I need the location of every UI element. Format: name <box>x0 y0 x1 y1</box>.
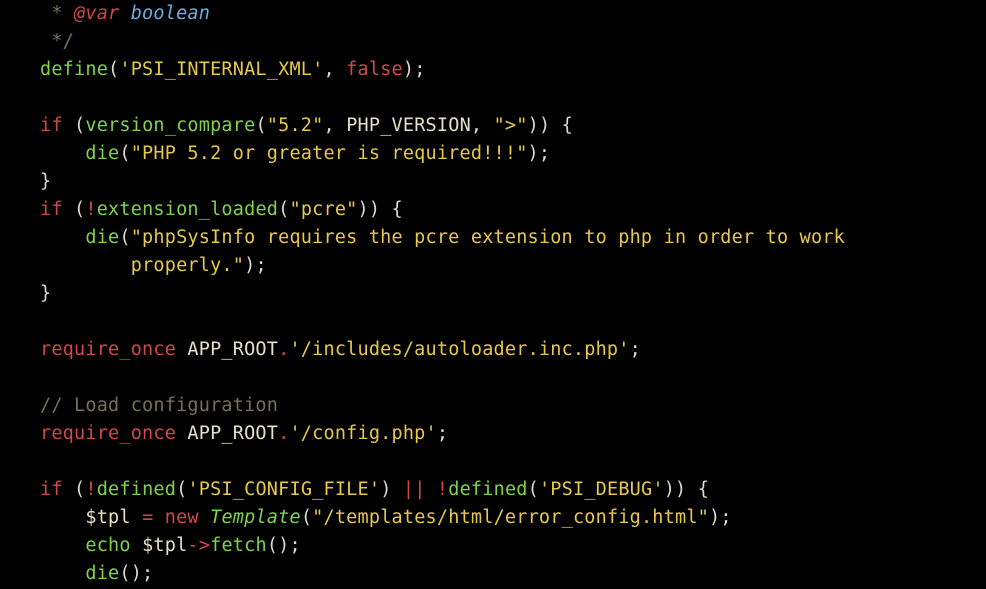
code-line: } <box>40 171 51 192</box>
code-line: require_once APP_ROOT.'/includes/autoloa… <box>40 339 641 360</box>
code-line: require_once APP_ROOT.'/config.php'; <box>40 423 448 444</box>
code-line: if (!extension_loaded("pcre")) { <box>40 199 403 220</box>
code-line: echo $tpl->fetch(); <box>40 535 301 556</box>
comment-line: // Load configuration <box>40 395 278 416</box>
code-line: $tpl = new Template("/templates/html/err… <box>40 507 732 528</box>
code-line: die("phpSysInfo requires the pcre extens… <box>40 227 845 248</box>
docblock-end: */ <box>40 31 74 52</box>
code-line: define('PSI_INTERNAL_XML', false); <box>40 59 426 80</box>
code-line: die(); <box>40 563 153 584</box>
code-editor[interactable]: * @var boolean */ define('PSI_INTERNAL_X… <box>0 0 986 588</box>
code-line: properly."); <box>40 255 267 276</box>
code-line: if (!defined('PSI_CONFIG_FILE') || !defi… <box>40 479 709 500</box>
code-line: } <box>40 283 51 304</box>
code-line: if (version_compare("5.2", PHP_VERSION, … <box>40 115 573 136</box>
code-line: die("PHP 5.2 or greater is required!!!")… <box>40 143 550 164</box>
docblock-line: * @var boolean <box>40 3 210 24</box>
